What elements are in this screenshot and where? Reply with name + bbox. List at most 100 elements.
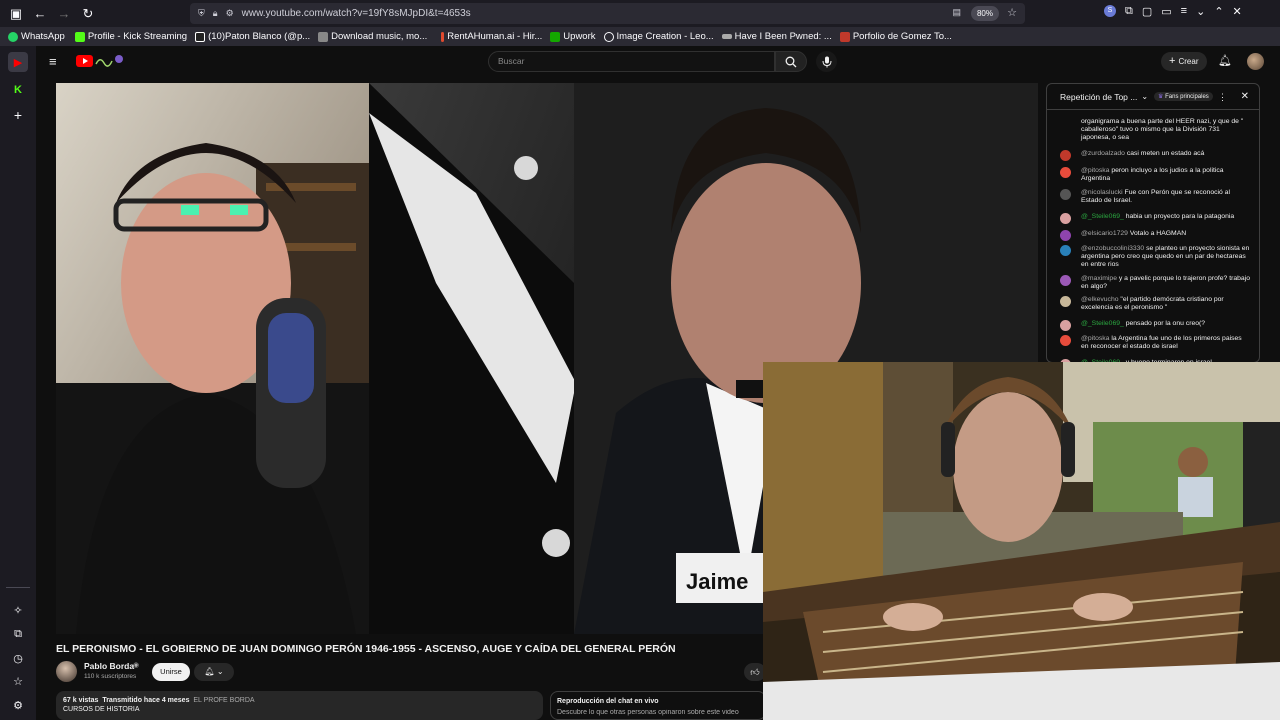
chat-message: @nicolaslucki Fue con Perón que se recon… xyxy=(1060,189,1250,205)
channel-name[interactable]: Pablo Borda xyxy=(84,661,134,671)
chat-text: organigrama a buena parte del HEER nazi,… xyxy=(1081,118,1244,141)
bookmark-portfolio[interactable]: Porfolio de Gomez To... xyxy=(839,31,952,42)
chat-avatar[interactable] xyxy=(1060,150,1071,161)
reader-view-icon[interactable]: ▤ xyxy=(952,7,961,18)
chat-avatar[interactable] xyxy=(1060,335,1071,346)
youtube-tab-icon[interactable]: ▶ xyxy=(8,52,28,72)
chat-message-body: @pitoska la Argentina fue uno de los pri… xyxy=(1081,335,1250,351)
close-window-icon[interactable]: ✕ xyxy=(1233,5,1242,18)
bookmark-rentahuman[interactable]: RentAHuman.ai - Hir... xyxy=(441,31,542,42)
whatsapp-icon xyxy=(8,31,18,42)
user-avatar[interactable] xyxy=(1247,53,1264,70)
back-icon[interactable]: ← xyxy=(28,2,52,26)
chat-username[interactable]: @maximipe xyxy=(1081,275,1117,282)
bookmark-leonardo[interactable]: Image Creation - Leo... xyxy=(603,31,714,42)
youtube-logo[interactable] xyxy=(76,54,124,68)
settings-icon[interactable]: ⚙ xyxy=(8,695,28,715)
permissions-icon: ⚙ xyxy=(225,8,234,18)
join-button[interactable]: Unirse xyxy=(152,663,190,681)
forward-icon[interactable]: → xyxy=(52,2,76,26)
portfolio-icon xyxy=(839,31,850,42)
chat-message: organigrama a buena parte del HEER nazi,… xyxy=(1060,118,1250,142)
menu-icon[interactable]: ≡ xyxy=(1181,5,1187,18)
chat-message-body: @_Steile069_ pensado por la onu creo(? xyxy=(1081,320,1250,328)
hamburger-menu-icon[interactable]: ≡ xyxy=(49,54,57,69)
bookmark-star-icon[interactable]: ☆ xyxy=(1007,6,1017,19)
bookmarks-bar: WhatsApp Profile - Kick Streaming (10)Pa… xyxy=(0,27,1280,46)
bookmarks-icon[interactable]: ☆ xyxy=(8,671,28,691)
bookmark-whatsapp[interactable]: WhatsApp xyxy=(8,31,65,42)
description-box[interactable]: 67 k vistas Transmitido hace 4 meses EL … xyxy=(56,691,543,720)
bookmark-upwork[interactable]: Upwork xyxy=(550,31,596,42)
chat-avatar[interactable] xyxy=(1060,296,1071,307)
pwned-icon xyxy=(721,34,732,39)
chat-avatar[interactable] xyxy=(1060,245,1071,256)
chat-message-body: @_Steile069_ habia un proyecto para la p… xyxy=(1081,213,1250,221)
bookmark-tiktok[interactable]: (10)Paton Blanco (@p... xyxy=(195,31,310,42)
chat-text: habia un proyecto para la patagonia xyxy=(1125,213,1235,220)
browser-toolbar: ▣ ← → ↻ ⛨ 🔒︎ ⚙ www.youtube.com/watch?v=1… xyxy=(0,0,1280,27)
zoom-level[interactable]: 80% xyxy=(970,6,999,21)
notification-settings-button[interactable]: 🔔︎ ⌄ xyxy=(194,663,234,681)
chat-username[interactable]: @pitoska xyxy=(1081,335,1109,342)
bookmark-haveibeenpwned[interactable]: Have I Been Pwned: ... xyxy=(721,31,832,42)
url-text[interactable]: www.youtube.com/watch?v=19fY8sMJpDI&t=46… xyxy=(242,8,471,19)
account-icon[interactable]: S xyxy=(1104,5,1116,17)
chat-avatar[interactable] xyxy=(1060,320,1071,331)
search-input[interactable]: Buscar xyxy=(488,51,775,72)
container-icon[interactable]: ▢ xyxy=(1142,5,1152,18)
reload-icon[interactable]: ↻ xyxy=(76,2,100,26)
create-button[interactable]: + Crear xyxy=(1161,52,1207,71)
search-button[interactable] xyxy=(775,51,807,72)
ai-chat-icon[interactable]: ✧ xyxy=(8,600,28,620)
chat-message-body: @elsicario1729 Votalo a HAGMAN xyxy=(1081,230,1250,238)
bookmark-kick[interactable]: Profile - Kick Streaming xyxy=(74,31,187,42)
webcam-overlay xyxy=(763,362,1280,720)
channel-tag[interactable]: EL PROFE BORDA xyxy=(193,697,254,704)
add-tab-icon[interactable]: + xyxy=(8,105,28,125)
subscriber-count: 110 k suscriptores xyxy=(84,673,137,680)
chevron-down-icon: ⌄ xyxy=(216,667,224,676)
chat-username[interactable]: @enzobuccolini3330 xyxy=(1081,245,1144,252)
kick-tab-icon[interactable]: K xyxy=(8,80,28,100)
shield-icon: ⛨ xyxy=(198,8,205,18)
stream-date: Transmitido hace 4 meses xyxy=(102,697,190,704)
chat-username[interactable]: @nicolaslucki xyxy=(1081,189,1123,196)
close-chat-icon[interactable]: ✕ xyxy=(1241,91,1249,102)
chat-message: @enzobuccolini3330 se planteo un proyect… xyxy=(1060,245,1250,269)
crown-icon: ♛ xyxy=(1158,94,1164,100)
chat-mode-selector[interactable]: Repetición de Top ... xyxy=(1060,92,1137,102)
chat-avatar[interactable] xyxy=(1060,189,1071,200)
channel-avatar[interactable] xyxy=(56,661,77,682)
chevron-down-icon[interactable]: ⌄ xyxy=(1141,92,1148,101)
chat-avatar[interactable] xyxy=(1060,167,1071,178)
chat-avatar[interactable] xyxy=(1060,213,1071,224)
more-options-icon[interactable]: ⋮ xyxy=(1218,92,1227,103)
chat-username[interactable]: @elsicario1729 xyxy=(1081,230,1128,237)
history-icon[interactable]: ◷ xyxy=(8,648,28,668)
bookmark-download[interactable]: Download music, mo... xyxy=(318,31,427,42)
synced-tabs-icon[interactable]: ⧉ xyxy=(8,624,28,644)
notifications-bell-icon[interactable]: 🔔︎ xyxy=(1218,54,1232,67)
chat-message: @_Steile069_ habia un proyecto para la p… xyxy=(1060,213,1250,224)
url-bar[interactable]: ⛨ 🔒︎ ⚙ www.youtube.com/watch?v=19fY8sMJp… xyxy=(190,3,1025,24)
restore-icon[interactable]: ⌃ xyxy=(1214,5,1223,18)
lock-icon: 🔒︎ xyxy=(212,8,218,18)
minimize-icon[interactable]: ⌄ xyxy=(1196,5,1205,18)
chat-message-body: @elkevucho "el partido demócrata cristia… xyxy=(1081,296,1250,312)
extensions-icon[interactable]: ⧉ xyxy=(1125,5,1133,18)
channel-row: Pablo Borda ◉ 110 k suscriptores Unirse … xyxy=(56,661,796,685)
chat-username[interactable]: @elkevucho xyxy=(1081,296,1119,303)
description-text: CURSOS DE HISTORIA xyxy=(63,706,140,713)
voice-search-button[interactable] xyxy=(816,51,837,72)
chat-username[interactable]: @_Steile069_ xyxy=(1081,213,1124,220)
chat-username[interactable]: @pitoska xyxy=(1081,167,1109,174)
chat-text: Votalo a HAGMAN xyxy=(1129,230,1187,237)
chat-avatar[interactable] xyxy=(1060,230,1071,241)
view-count: 67 k vistas xyxy=(63,697,99,704)
sidebar-toggle-icon[interactable]: ▣ xyxy=(4,2,28,26)
chat-username[interactable]: @_Steile069_ xyxy=(1081,320,1124,327)
screen-icon[interactable]: ▭ xyxy=(1161,5,1171,18)
chat-avatar[interactable] xyxy=(1060,275,1071,286)
chat-username[interactable]: @zurdoalzado xyxy=(1081,150,1125,157)
